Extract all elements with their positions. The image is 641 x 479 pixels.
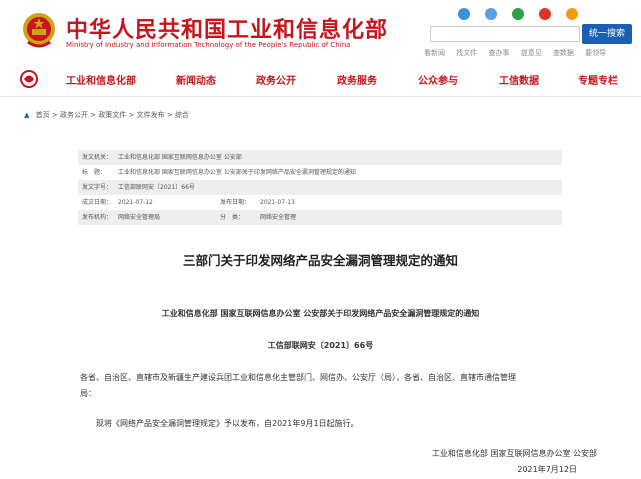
quick-links: 看新闻 找文件 查办事 提意见 查数据 要领导 xyxy=(424,48,640,58)
quick-link-news[interactable]: 看新闻 xyxy=(424,49,445,57)
document-addressee-line2: 局： xyxy=(80,389,96,398)
site-subtitle: Ministry of Industry and Information Tec… xyxy=(66,41,351,49)
nav-item-government-affairs[interactable]: 政务公开 xyxy=(256,72,296,87)
meta-pub-label: 发布日期： xyxy=(220,199,251,206)
mobile-icon[interactable] xyxy=(485,7,498,20)
breadcrumb-government-affairs[interactable]: 政务公开 xyxy=(60,111,88,119)
meta-date-label: 成文日期： xyxy=(82,199,113,206)
meta-org: 网络安全管理局 xyxy=(118,214,161,221)
national-emblem-icon xyxy=(23,13,55,48)
meta-docno-label: 发文字号： xyxy=(82,184,113,191)
meta-issuer: 工业和信息化部 国家互联网信息办公室 公安部 xyxy=(118,154,242,161)
meta-row-docno: 发文字号： 工信部联网安〔2021〕66号 xyxy=(78,180,562,195)
quick-link-services[interactable]: 查办事 xyxy=(488,49,509,57)
nav-item-services[interactable]: 政务服务 xyxy=(337,72,377,87)
document-signature: 工业和信息化部 国家互联网信息办公室 公安部 xyxy=(431,449,597,458)
breadcrumb-policy-files[interactable]: 政策文件 xyxy=(98,111,126,119)
breadcrumb-general[interactable]: 综合 xyxy=(175,111,189,119)
meta-row-dates: 成文日期： 2021-07-12 发布日期： 2021-07-13 xyxy=(78,195,562,210)
nav-item-participation[interactable]: 公众参与 xyxy=(418,72,458,87)
document-addressee-line1: 各省、自治区、直辖市及新疆生产建设兵团工业和信息化主管部门、网信办、公安厅（局）… xyxy=(80,373,516,382)
meta-row-title: 标 题： 工业和信息化部 国家互联网信息办公室 公安部关于印发网络产品安全漏洞管… xyxy=(78,165,562,180)
document-subheading: 工业和信息化部 国家互联网信息办公室 公安部关于印发网络产品安全漏洞管理规定的通… xyxy=(161,309,480,318)
meta-row-issuer: 发文机关： 工业和信息化部 国家互联网信息办公室 公安部 xyxy=(78,150,562,165)
breadcrumb-file-release[interactable]: 文件发布 xyxy=(137,111,165,119)
meta-title: 工业和信息化部 国家互联网信息办公室 公安部关于印发网络产品安全漏洞管理规定的通… xyxy=(118,169,356,176)
meta-date: 2021-07-12 xyxy=(118,199,153,206)
nav-item-data[interactable]: 工信数据 xyxy=(499,72,539,87)
document-number: 工信部联网安〔2021〕66号 xyxy=(267,341,374,350)
site-title[interactable]: 中华人民共和国工业和信息化部 xyxy=(66,12,388,44)
document-sign-date: 2021年7月12日 xyxy=(517,465,577,474)
quick-link-feedback[interactable]: 提意见 xyxy=(521,49,542,57)
meta-category: 网络安全管理 xyxy=(260,214,297,221)
quick-link-data[interactable]: 查数据 xyxy=(553,49,574,57)
wechat-icon[interactable] xyxy=(512,7,525,20)
weibo-icon[interactable] xyxy=(539,7,552,20)
search-button[interactable]: 统一搜索 xyxy=(582,24,632,44)
breadcrumb-home[interactable]: 首页 xyxy=(36,111,50,119)
app-icon[interactable] xyxy=(458,7,470,20)
quick-link-files[interactable]: 找文件 xyxy=(456,49,477,57)
search-input[interactable] xyxy=(430,26,580,42)
accessibility-icon[interactable] xyxy=(566,7,579,20)
breadcrumb: ▲ 首页 > 政务公开 > 政策文件 > 文件发布 > 综合 xyxy=(24,111,189,119)
nav-item-ministry[interactable]: 工业和信息化部 xyxy=(66,72,136,87)
main-nav: 工业和信息化部 新闻动态 政务公开 政务服务 公众参与 工信数据 专题专栏 xyxy=(0,62,641,97)
meta-org-label: 发布机构： xyxy=(82,214,113,221)
document-meta-table: 发文机关： 工业和信息化部 国家互联网信息办公室 公安部 标 题： 工业和信息化… xyxy=(78,150,562,225)
site-header: 中华人民共和国工业和信息化部 Ministry of Industry and … xyxy=(0,0,641,62)
nav-item-news[interactable]: 新闻动态 xyxy=(176,72,216,87)
quick-link-leaders[interactable]: 要领导 xyxy=(585,49,606,57)
top-icon-bar xyxy=(458,3,638,20)
meta-title-label: 标 题： xyxy=(82,169,107,176)
meta-pub-date: 2021-07-13 xyxy=(260,199,295,206)
ministry-logo-icon[interactable] xyxy=(20,70,38,88)
meta-row-org: 发布机构： 网络安全管理局 分 类： 网络安全管理 xyxy=(78,210,562,225)
document-title: 三部门关于印发网络产品安全漏洞管理规定的通知 xyxy=(182,253,458,268)
nav-item-topics[interactable]: 专题专栏 xyxy=(578,72,618,87)
meta-issuer-label: 发文机关： xyxy=(82,154,113,161)
document-body: 现将《网络产品安全漏洞管理规定》予以发布，自2021年9月1日起施行。 xyxy=(96,419,359,428)
home-icon[interactable]: ▲ xyxy=(24,111,29,119)
meta-docno: 工信部联网安〔2021〕66号 xyxy=(118,184,195,191)
meta-cat-label: 分 类： xyxy=(220,214,245,221)
